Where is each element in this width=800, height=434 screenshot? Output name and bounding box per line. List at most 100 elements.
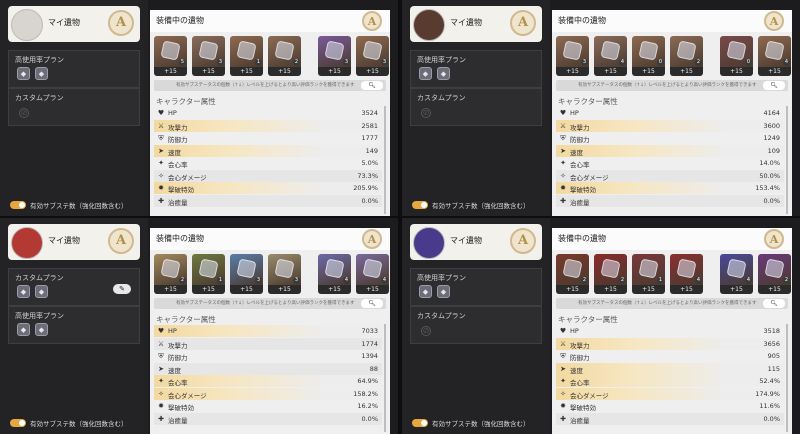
search-button[interactable]: 🔍︎ [361,299,383,308]
relic-set-icon[interactable]: ◆ [35,323,48,336]
relic-slot[interactable]: 3 +15 [318,36,351,76]
relic-slot[interactable]: 4 +15 [670,254,703,294]
relic-set-icon[interactable]: ◆ [437,67,450,80]
stat-name: HP [168,327,177,335]
relic-slot[interactable]: 4 +15 [318,254,351,294]
sword-icon: ⚔ [559,121,567,130]
relic-set-icon[interactable]: ◆ [419,67,432,80]
relic-slot[interactable]: 2 +15 [556,254,589,294]
stat-name: 会心ダメージ [168,391,207,400]
relic-slot[interactable]: 2 +15 [594,254,627,294]
plan-card[interactable]: カスタムプラン ⊘ [8,88,140,126]
stats-scrollbar[interactable] [786,324,788,432]
stat-value: 0.0% [763,414,780,423]
relic-slot[interactable]: 4 +15 [356,254,389,294]
relic-gem-icon [764,40,785,61]
crit-dmg-icon: ✧ [158,171,164,180]
stats-scrollbar[interactable] [384,106,386,214]
relic-set-icon[interactable]: ◆ [437,285,450,298]
search-button[interactable]: 🔍︎ [763,299,785,308]
overall-rank-badge: A [362,11,382,31]
speed-icon: ➤ [560,364,566,373]
avatar[interactable] [11,9,43,41]
relic-slot[interactable]: 4 +15 [720,254,753,294]
plan-card[interactable]: カスタムプラン ⊘ [410,306,542,344]
relic-set-icon[interactable]: ◆ [35,285,48,298]
stat-row: ✧ 会心ダメージ 174.9% [556,387,784,400]
sword-icon: ⚔ [157,339,165,348]
crit-rate-icon: ✦ [560,377,566,385]
character-header[interactable]: マイ遺物 A [8,6,140,42]
relic-slot[interactable]: 1 +15 [632,254,665,294]
relic-rating-badge: 2 [783,277,790,284]
relic-slot[interactable]: 4 +15 [594,36,627,76]
plan-card[interactable]: 高使用率プラン ◆ ◆ [8,306,140,344]
substat-count-toggle[interactable] [412,419,428,427]
stat-name: 速度 [168,366,181,375]
relic-slot[interactable]: 2 +15 [758,254,791,294]
relic-rating-badge: 2 [179,277,186,284]
plan-card[interactable]: 高使用率プラン ◆ ◆ [410,268,542,306]
relic-level: +15 [230,285,263,294]
substat-count-toggle[interactable] [10,201,26,209]
relic-slot[interactable]: 0 +15 [720,36,753,76]
relic-slot[interactable]: 3 +15 [556,36,589,76]
relic-gem-icon [324,258,345,279]
relic-slot[interactable]: 5 +15 [154,36,187,76]
stats-title: キャラクター属性 [558,97,618,106]
relic-level: +15 [720,67,753,76]
relic-slot[interactable]: 2 +15 [154,254,187,294]
relic-slot[interactable]: 3 +15 [230,254,263,294]
relic-rating-badge: 4 [783,59,790,66]
sword-icon: ⚔ [559,339,567,348]
relic-slot[interactable]: 0 +15 [632,36,665,76]
character-header[interactable]: マイ遺物 A [410,6,542,42]
plan-card[interactable]: 高使用率プラン ◆ ◆ [410,50,542,88]
relic-rating-badge: 2 [695,59,702,66]
character-header[interactable]: マイ遺物 A [8,224,140,260]
relic-slots: 5 +15 3 +15 1 +15 2 +15 3 +15 3 +15 [154,36,389,76]
avatar[interactable] [11,227,43,259]
character-sidebar: マイ遺物 A 高使用率プラン ◆ ◆ カスタムプラン ⊘ 有効サブステ数（強化回数含む） [402,218,550,434]
relic-set-icon[interactable]: ◆ [17,285,30,298]
stat-row: ✧ 会心ダメージ 50.0% [556,169,784,182]
edit-icon[interactable]: ✎ [113,284,131,294]
plan-card[interactable]: 高使用率プラン ◆ ◆ [8,50,140,88]
relic-slot[interactable]: 3 +15 [192,36,225,76]
avatar[interactable] [413,9,445,41]
character-header[interactable]: マイ遺物 A [410,224,542,260]
relic-set-icon[interactable]: ◆ [419,285,432,298]
substat-count-toggle[interactable] [412,201,428,209]
rank-badge: A [510,228,536,254]
relic-slot[interactable]: 1 +15 [230,36,263,76]
plan-card[interactable]: カスタムプラン ⊘ [410,88,542,126]
relic-level: +15 [556,67,589,76]
search-button[interactable]: 🔍︎ [361,81,383,90]
stat-value: 2581 [361,121,378,130]
relic-slot[interactable]: 3 +15 [268,254,301,294]
relic-slot[interactable]: 2 +15 [670,36,703,76]
relic-slot[interactable]: 4 +15 [758,36,791,76]
equipped-header: 装備中の遺物 A [150,228,390,250]
relic-set-icon[interactable]: ◆ [35,67,48,80]
relic-gem-icon [236,40,257,61]
relic-level: +15 [230,67,263,76]
equipped-title: 装備中の遺物 [156,16,204,25]
stats-scrollbar[interactable] [384,324,386,432]
relic-set-icon[interactable]: ◆ [17,67,30,80]
search-button[interactable]: 🔍︎ [763,81,785,90]
substat-count-toggle[interactable] [10,419,26,427]
stat-row: ➤ 速度 149 [154,144,382,157]
relic-gem-icon [274,40,295,61]
stat-name: HP [168,109,177,117]
relic-slot[interactable]: 2 +15 [268,36,301,76]
avatar[interactable] [413,227,445,259]
equipped-title: 装備中の遺物 [156,234,204,243]
relic-slot[interactable]: 3 +15 [356,36,389,76]
relic-slot[interactable]: 1 +15 [192,254,225,294]
relic-set-icon[interactable]: ◆ [17,323,30,336]
plan-card[interactable]: カスタムプラン ◆ ◆ ✎ [8,268,140,306]
stat-name: HP [570,109,579,117]
relic-level: +15 [632,67,665,76]
stats-scrollbar[interactable] [786,106,788,214]
